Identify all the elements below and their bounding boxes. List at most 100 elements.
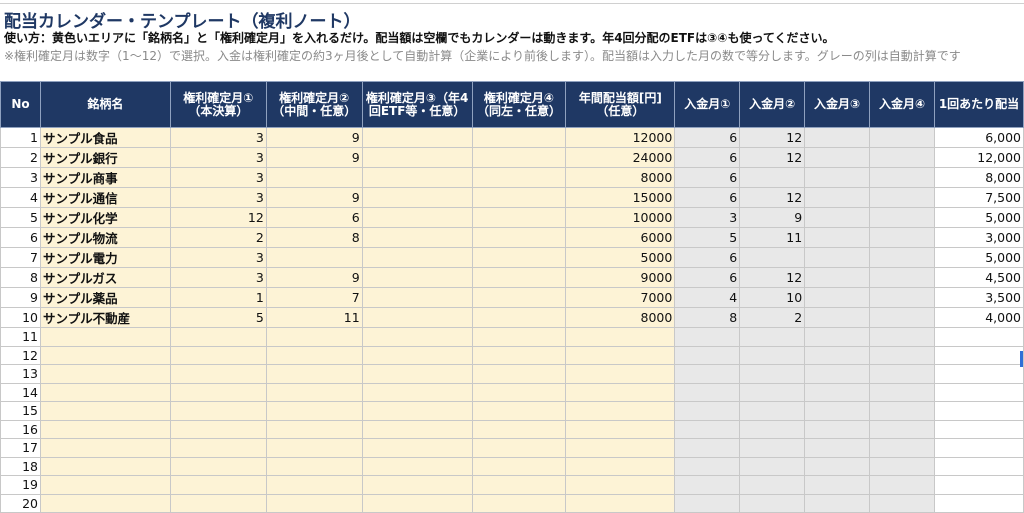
cell-record-month-3[interactable] (361, 267, 473, 288)
cell-annual-dividend[interactable]: 12000 (565, 127, 676, 148)
cell-stock-name[interactable] (39, 401, 171, 421)
cell-record-month-3[interactable] (361, 364, 473, 384)
cell-stock-name[interactable] (39, 382, 171, 402)
cell-record-month-1[interactable]: 3 (169, 187, 267, 208)
cell-record-month-4[interactable] (471, 456, 567, 476)
cell-record-month-2[interactable] (265, 401, 363, 421)
cell-record-month-2[interactable] (265, 493, 363, 513)
cell-record-month-2[interactable]: 9 (265, 127, 363, 148)
cell-stock-name[interactable] (39, 327, 171, 347)
cell-record-month-2[interactable] (265, 382, 363, 402)
cell-record-month-3[interactable] (361, 307, 473, 328)
cell-annual-dividend[interactable]: 10000 (565, 207, 676, 228)
cell-record-month-3[interactable] (361, 456, 473, 476)
cell-record-month-4[interactable] (471, 345, 567, 365)
cell-annual-dividend[interactable]: 8000 (565, 307, 676, 328)
cell-record-month-4[interactable] (471, 327, 567, 347)
cell-annual-dividend[interactable] (565, 327, 676, 347)
cell-record-month-4[interactable] (471, 438, 567, 458)
cell-record-month-3[interactable] (361, 345, 473, 365)
cell-record-month-1[interactable] (169, 345, 267, 365)
cell-record-month-2[interactable]: 9 (265, 267, 363, 288)
cell-record-month-4[interactable] (471, 247, 567, 268)
cell-record-month-1[interactable] (169, 419, 267, 439)
cell-annual-dividend[interactable] (565, 493, 676, 513)
cell-record-month-3[interactable] (361, 419, 473, 439)
cell-annual-dividend[interactable] (565, 456, 676, 476)
cell-record-month-4[interactable] (471, 475, 567, 495)
cell-record-month-4[interactable] (471, 493, 567, 513)
cell-record-month-2[interactable] (265, 475, 363, 495)
cell-record-month-2[interactable] (265, 456, 363, 476)
cell-annual-dividend[interactable]: 9000 (565, 267, 676, 288)
cell-annual-dividend[interactable]: 8000 (565, 167, 676, 188)
cell-record-month-4[interactable] (471, 267, 567, 288)
cell-record-month-3[interactable] (361, 475, 473, 495)
cell-record-month-3[interactable] (361, 127, 473, 148)
cell-record-month-4[interactable] (471, 401, 567, 421)
cell-record-month-1[interactable]: 3 (169, 247, 267, 268)
cell-stock-name[interactable]: サンプル通信 (39, 187, 171, 208)
cell-stock-name[interactable]: サンプル薬品 (39, 287, 171, 308)
cell-record-month-2[interactable]: 7 (265, 287, 363, 308)
cell-record-month-1[interactable]: 3 (169, 147, 267, 168)
cell-stock-name[interactable]: サンプル化学 (39, 207, 171, 228)
cell-stock-name[interactable] (39, 475, 171, 495)
cell-record-month-3[interactable] (361, 287, 473, 308)
cell-stock-name[interactable]: サンプルガス (39, 267, 171, 288)
cell-record-month-4[interactable] (471, 227, 567, 248)
cell-annual-dividend[interactable]: 24000 (565, 147, 676, 168)
cell-annual-dividend[interactable] (565, 364, 676, 384)
cell-stock-name[interactable] (39, 419, 171, 439)
cell-record-month-1[interactable] (169, 456, 267, 476)
cell-record-month-1[interactable] (169, 327, 267, 347)
cell-record-month-4[interactable] (471, 187, 567, 208)
cell-annual-dividend[interactable]: 5000 (565, 247, 676, 268)
cell-record-month-3[interactable] (361, 438, 473, 458)
cell-annual-dividend[interactable] (565, 401, 676, 421)
cell-record-month-2[interactable] (265, 247, 363, 268)
cell-record-month-3[interactable] (361, 493, 473, 513)
cell-record-month-3[interactable] (361, 207, 473, 228)
cell-record-month-3[interactable] (361, 147, 473, 168)
cell-annual-dividend[interactable] (565, 475, 676, 495)
cell-record-month-1[interactable]: 1 (169, 287, 267, 308)
cell-record-month-1[interactable] (169, 493, 267, 513)
cell-record-month-4[interactable] (471, 307, 567, 328)
cell-record-month-2[interactable] (265, 345, 363, 365)
cell-record-month-3[interactable] (361, 167, 473, 188)
cell-annual-dividend[interactable] (565, 438, 676, 458)
cell-record-month-4[interactable] (471, 167, 567, 188)
cell-record-month-1[interactable] (169, 475, 267, 495)
cell-stock-name[interactable]: サンプル電力 (39, 247, 171, 268)
cell-record-month-4[interactable] (471, 127, 567, 148)
cell-record-month-3[interactable] (361, 401, 473, 421)
cell-record-month-4[interactable] (471, 287, 567, 308)
cell-record-month-1[interactable]: 2 (169, 227, 267, 248)
cell-annual-dividend[interactable]: 7000 (565, 287, 676, 308)
cell-stock-name[interactable]: サンプル不動産 (39, 307, 171, 328)
cell-record-month-1[interactable] (169, 438, 267, 458)
cell-record-month-1[interactable]: 5 (169, 307, 267, 328)
cell-record-month-2[interactable]: 9 (265, 147, 363, 168)
cell-record-month-1[interactable] (169, 364, 267, 384)
cell-record-month-2[interactable] (265, 327, 363, 347)
cell-record-month-1[interactable] (169, 382, 267, 402)
cell-record-month-4[interactable] (471, 364, 567, 384)
cell-record-month-3[interactable] (361, 187, 473, 208)
cell-record-month-3[interactable] (361, 382, 473, 402)
cell-record-month-1[interactable] (169, 401, 267, 421)
cell-record-month-4[interactable] (471, 147, 567, 168)
cell-record-month-2[interactable] (265, 419, 363, 439)
cell-record-month-2[interactable] (265, 364, 363, 384)
cell-annual-dividend[interactable]: 15000 (565, 187, 676, 208)
cell-record-month-2[interactable] (265, 438, 363, 458)
cell-record-month-2[interactable]: 9 (265, 187, 363, 208)
cell-record-month-3[interactable] (361, 247, 473, 268)
cell-record-month-1[interactable]: 3 (169, 167, 267, 188)
cell-stock-name[interactable]: サンプル商事 (39, 167, 171, 188)
cell-record-month-4[interactable] (471, 419, 567, 439)
cell-stock-name[interactable] (39, 456, 171, 476)
cell-stock-name[interactable] (39, 345, 171, 365)
cell-record-month-2[interactable] (265, 167, 363, 188)
